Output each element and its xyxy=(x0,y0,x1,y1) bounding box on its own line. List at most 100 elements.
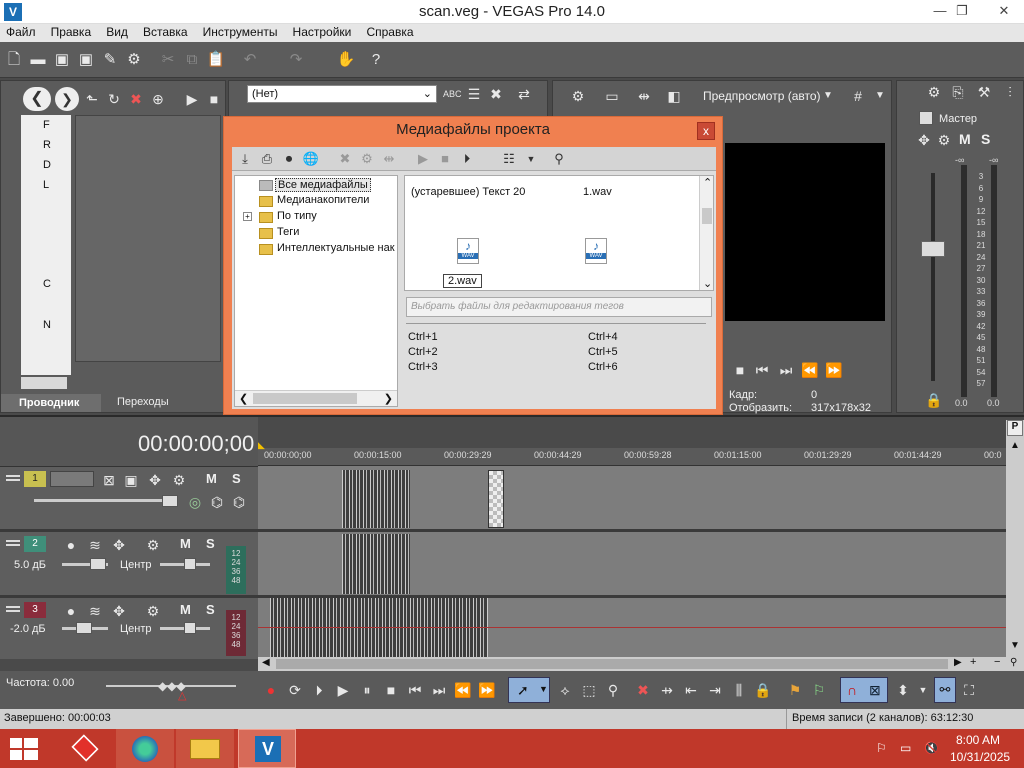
web-media-icon[interactable]: 🌐 xyxy=(302,150,320,168)
tab-transitions[interactable]: Переходы xyxy=(117,396,169,408)
scroll-thumb[interactable] xyxy=(253,393,357,404)
taskbar-vegas-icon[interactable]: V xyxy=(238,729,296,768)
up-folder-icon[interactable]: ⬑ xyxy=(83,90,101,108)
next-frame-icon[interactable]: ⏭ xyxy=(777,361,795,379)
what-is-this-icon[interactable]: ✋ xyxy=(336,50,356,70)
record-icon[interactable]: ⏺ xyxy=(280,150,298,168)
master-mute[interactable]: M xyxy=(959,131,971,147)
scroll-thumb[interactable] xyxy=(276,659,948,669)
compositing-icon[interactable]: ✥ xyxy=(146,471,164,489)
menu-tools[interactable]: Инструменты xyxy=(197,24,284,40)
mute-button[interactable]: M xyxy=(180,602,191,617)
track-fx-icon[interactable]: ✥ xyxy=(110,602,128,620)
scroll-thumb[interactable] xyxy=(702,208,712,224)
menu-options[interactable]: Настройки xyxy=(287,24,358,40)
capture-icon[interactable]: ⎙ xyxy=(258,150,276,168)
cut-icon[interactable]: ✂ xyxy=(158,50,178,70)
clock-time[interactable]: 8:00 AM xyxy=(956,733,1000,747)
stop-icon[interactable]: ■ xyxy=(731,361,749,379)
save-icon[interactable]: ▣ xyxy=(52,50,72,70)
delete-icon[interactable]: ✖ xyxy=(127,90,145,108)
external-monitor-icon[interactable]: ▭ xyxy=(603,87,621,105)
shortcut-label[interactable]: Ctrl+5 xyxy=(588,346,618,358)
marker-p-icon[interactable]: P xyxy=(1007,420,1023,436)
help-question-icon[interactable]: ? xyxy=(366,50,386,70)
menu-help[interactable]: Справка xyxy=(360,24,419,40)
redo-icon[interactable]: ↷ xyxy=(286,50,306,70)
media-item-name[interactable]: 1.wav xyxy=(583,186,612,198)
volume-envelope[interactable] xyxy=(258,627,1006,628)
master-fader-handle[interactable] xyxy=(921,241,945,257)
tree-item[interactable]: C xyxy=(43,278,51,290)
save-as-icon[interactable]: ▣ xyxy=(76,50,96,70)
overlay-icon[interactable]: ◧ xyxy=(665,87,683,105)
stop-icon[interactable]: ■ xyxy=(205,90,223,108)
scroll-up-icon[interactable]: ▲ xyxy=(1010,440,1020,451)
mute-button[interactable]: M xyxy=(206,471,217,486)
scroll-left-icon[interactable]: ❮ xyxy=(239,392,248,405)
track-fx-gear-icon[interactable]: ⚙ xyxy=(144,536,162,554)
pause-icon[interactable]: ⏸ xyxy=(358,681,376,699)
level-slider-handle[interactable] xyxy=(162,495,178,507)
new-project-icon[interactable]: 🗋 xyxy=(4,50,24,70)
preview-quality-dropdown[interactable]: Предпросмотр (авто) xyxy=(703,89,821,103)
record-icon[interactable]: ● xyxy=(262,681,280,699)
zoom-in-icon[interactable]: + xyxy=(970,656,976,668)
properties-gear-icon[interactable]: ⚙ xyxy=(124,50,144,70)
composite-mode-icon[interactable]: ◎ xyxy=(186,493,204,511)
prev-frame-icon[interactable]: ⏪ xyxy=(454,681,472,699)
trim-end-icon[interactable]: ⇥ xyxy=(706,681,724,699)
track-fx-gear-icon[interactable]: ⚙ xyxy=(170,471,188,489)
auto-preview-icon[interactable]: ⏵ xyxy=(458,150,476,168)
taskbar-file-explorer-icon[interactable] xyxy=(176,729,234,768)
menu-insert[interactable]: Вставка xyxy=(137,24,194,40)
tree-tags[interactable]: Теги xyxy=(277,226,299,238)
split-icon[interactable]: ⫼ xyxy=(730,681,748,699)
volume-slider-handle[interactable] xyxy=(76,622,92,634)
expand-icon[interactable]: + xyxy=(243,212,252,221)
views-icon[interactable]: ☷ xyxy=(500,150,518,168)
import-media-icon[interactable]: ⤓ xyxy=(236,150,254,168)
insert-marker-icon[interactable]: ⚑ xyxy=(786,681,804,699)
dialog-close-button[interactable]: x xyxy=(697,122,715,140)
stop-icon[interactable]: ■ xyxy=(436,150,454,168)
shortcut-label[interactable]: Ctrl+1 xyxy=(408,331,438,343)
forward-icon[interactable]: ❯ xyxy=(55,87,79,111)
media-item-name[interactable]: 2.wav xyxy=(443,274,482,288)
shortcut-label[interactable]: Ctrl+4 xyxy=(588,331,618,343)
track-menu-icon[interactable] xyxy=(6,606,20,608)
split-screen-icon[interactable]: ⇹ xyxy=(635,87,653,105)
track-motion-icon[interactable]: ▣ xyxy=(122,471,140,489)
solo-button[interactable]: S xyxy=(206,602,215,617)
lock-icon[interactable]: 🔒 xyxy=(925,391,943,409)
shortcut-label[interactable]: Ctrl+6 xyxy=(588,361,618,373)
tree-scrollbar[interactable] xyxy=(21,377,67,389)
trim-start-icon[interactable]: ⇤ xyxy=(682,681,700,699)
close-button[interactable]: ✕ xyxy=(984,0,1024,24)
tree-item[interactable]: F xyxy=(43,119,50,131)
tree-item[interactable]: N xyxy=(43,319,51,331)
ignore-grouping-icon[interactable]: ⛶ xyxy=(960,681,978,699)
zoom-tool-icon[interactable]: ⚲ xyxy=(1010,657,1017,668)
taskbar-app-red-icon[interactable] xyxy=(56,729,114,768)
delete-icon[interactable]: ✖ xyxy=(634,681,652,699)
grid-overlay-icon[interactable]: # xyxy=(849,87,867,105)
arm-record-icon[interactable]: ● xyxy=(62,536,80,554)
volume-slider-handle[interactable] xyxy=(90,558,106,570)
tree-item[interactable]: D xyxy=(43,159,51,171)
prev-frame-icon[interactable]: ⏮ xyxy=(753,361,771,379)
remove-icon[interactable]: ✖ xyxy=(487,85,505,103)
play-from-start-icon[interactable]: ⏵ xyxy=(310,681,328,699)
scroll-up-icon[interactable]: ⌃ xyxy=(703,176,712,189)
timeline-horizontal-scrollbar[interactable]: ◀ ▶ + − ⚲ xyxy=(258,656,1024,671)
bypass-motion-blur-icon[interactable]: ⊠ xyxy=(100,471,118,489)
track-fx-gear-icon[interactable]: ⚙ xyxy=(144,602,162,620)
next-frame-icon[interactable]: ⏩ xyxy=(478,681,496,699)
media-fx-icon[interactable]: ⇹ xyxy=(380,150,398,168)
track-menu-icon[interactable] xyxy=(6,475,20,477)
spellcheck-icon[interactable]: ABC xyxy=(443,85,462,103)
scroll-right-icon[interactable]: ❯ xyxy=(384,392,393,405)
scroll-right-icon[interactable]: ▶ xyxy=(954,657,962,668)
open-folder-icon[interactable]: ▬ xyxy=(28,50,48,70)
trim-icon[interactable]: ⇸ xyxy=(658,681,676,699)
